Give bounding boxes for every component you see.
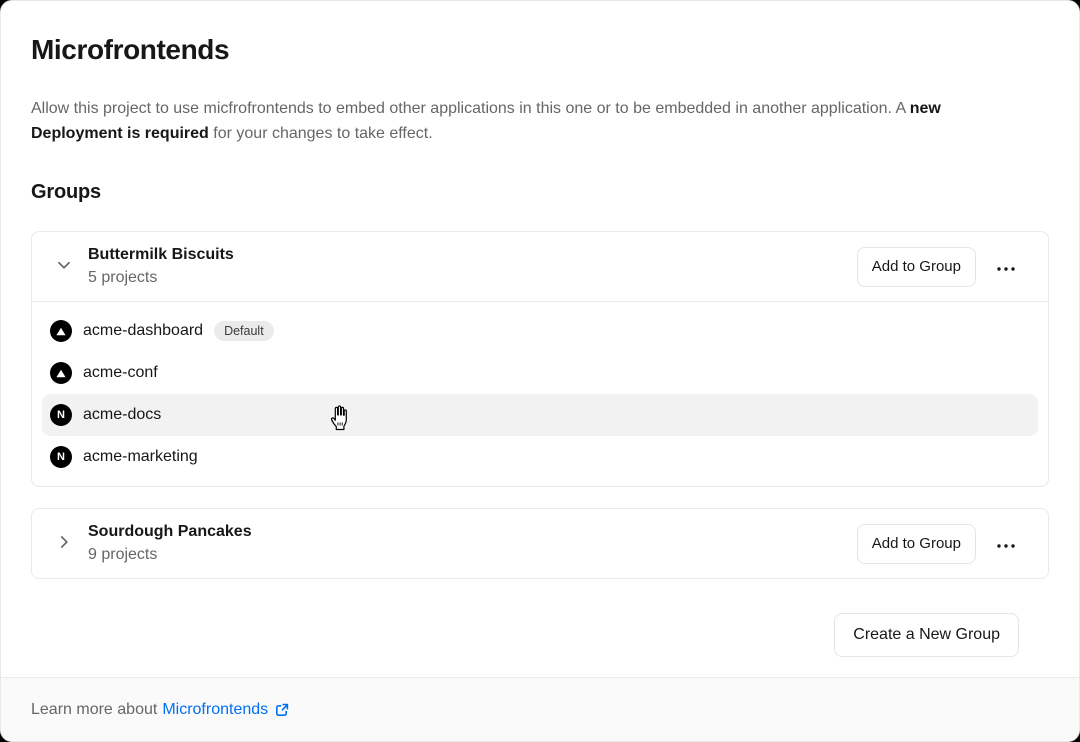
vercel-logo-icon xyxy=(50,320,72,342)
group-name: Sourdough Pancakes xyxy=(88,522,252,542)
add-to-group-button[interactable]: Add to Group xyxy=(857,524,976,564)
nextjs-logo-icon: N xyxy=(50,404,72,426)
group-header: Sourdough Pancakes 9 projects Add to Gro… xyxy=(32,509,1048,578)
footer-text: Learn more about xyxy=(31,701,157,719)
project-row-acme-dashboard[interactable]: acme-dashboard Default xyxy=(42,310,1038,352)
footer-link-label: Microfrontends xyxy=(162,701,268,719)
project-row-acme-conf[interactable]: acme-conf xyxy=(42,352,1038,394)
project-name: acme-marketing xyxy=(83,448,198,466)
group-header: Buttermilk Biscuits 5 projects Add to Gr… xyxy=(32,232,1048,301)
chevron-right-icon xyxy=(55,533,73,554)
chevron-down-icon xyxy=(55,256,73,277)
group-card-sourdough-pancakes: Sourdough Pancakes 9 projects Add to Gro… xyxy=(31,508,1049,579)
add-to-group-button[interactable]: Add to Group xyxy=(857,247,976,287)
main-content: Microfrontends Allow this project to use… xyxy=(1,1,1079,657)
group-project-count: 5 projects xyxy=(88,268,234,288)
project-row-acme-marketing[interactable]: N acme-marketing xyxy=(42,436,1038,478)
default-badge: Default xyxy=(214,321,274,342)
microfrontends-settings-panel: Microfrontends Allow this project to use… xyxy=(0,0,1080,742)
nextjs-logo-icon: N xyxy=(50,446,72,468)
groups-heading: Groups xyxy=(31,181,1049,204)
collapse-group-button[interactable] xyxy=(52,255,76,279)
project-row-acme-docs[interactable]: N acme-docs xyxy=(42,394,1038,436)
group-project-count: 9 projects xyxy=(88,545,252,565)
group-card-buttermilk-biscuits: Buttermilk Biscuits 5 projects Add to Gr… xyxy=(31,231,1049,487)
ellipsis-icon xyxy=(997,536,1015,551)
vercel-logo-icon xyxy=(50,362,72,384)
group-name: Buttermilk Biscuits xyxy=(88,245,234,265)
footer: Learn more about Microfrontends xyxy=(1,677,1079,741)
page-description: Allow this project to use micfrofrontend… xyxy=(31,96,1031,146)
nextjs-letter: N xyxy=(57,410,65,421)
create-new-group-button[interactable]: Create a New Group xyxy=(834,613,1019,657)
create-group-row: Create a New Group xyxy=(31,579,1049,657)
group-titles: Buttermilk Biscuits 5 projects xyxy=(88,245,234,288)
ellipsis-icon xyxy=(997,259,1015,274)
page-title: Microfrontends xyxy=(31,34,1049,66)
description-text: Allow this project to use micfrofrontend… xyxy=(31,100,910,117)
group-menu-button[interactable] xyxy=(988,247,1024,287)
external-link-icon xyxy=(274,702,290,718)
group-menu-button[interactable] xyxy=(988,524,1024,564)
microfrontends-docs-link[interactable]: Microfrontends xyxy=(162,701,290,719)
group-titles: Sourdough Pancakes 9 projects xyxy=(88,522,252,565)
description-text-tail: for your changes to take effect. xyxy=(209,125,433,142)
nextjs-letter: N xyxy=(57,452,65,463)
expand-group-button[interactable] xyxy=(52,532,76,556)
project-name: acme-dashboard xyxy=(83,322,203,340)
project-name: acme-conf xyxy=(83,364,158,382)
project-list: acme-dashboard Default acme-conf N acme-… xyxy=(32,302,1048,486)
project-name: acme-docs xyxy=(83,406,161,424)
